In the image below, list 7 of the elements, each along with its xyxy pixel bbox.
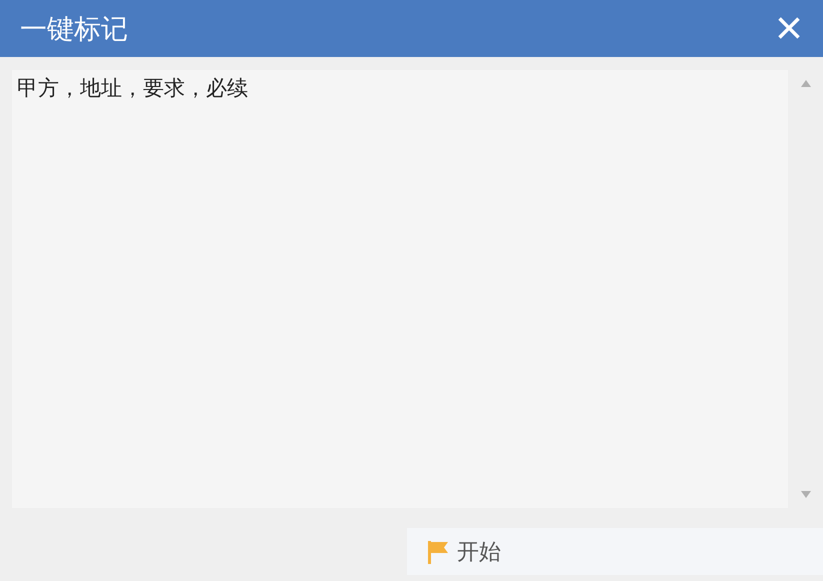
start-button[interactable]: 开始 [407, 528, 823, 575]
window-title: 一键标记 [20, 12, 128, 46]
scroll-down-icon[interactable] [800, 491, 810, 498]
scroll-up-icon[interactable] [800, 80, 810, 87]
text-area[interactable]: 甲方，地址，要求，必续 [12, 70, 788, 508]
close-button[interactable]: × [774, 4, 803, 52]
flag-icon [427, 540, 449, 564]
